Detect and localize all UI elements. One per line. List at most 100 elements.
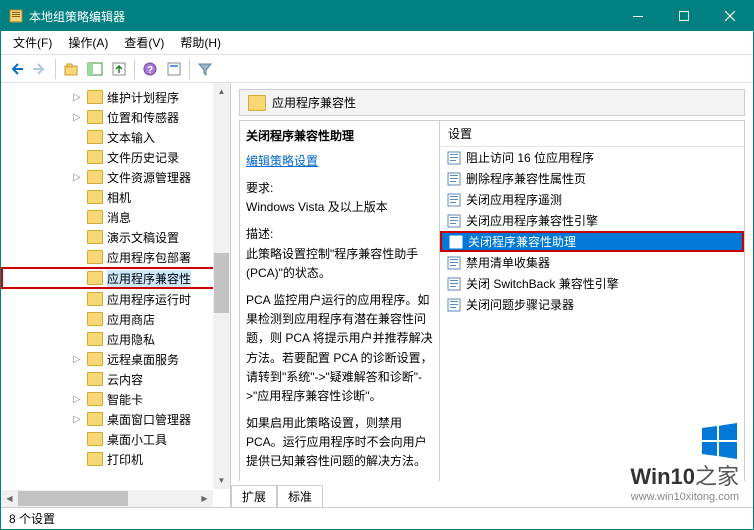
list-item[interactable]: 阻止访问 16 位应用程序 xyxy=(440,147,744,168)
list-item[interactable]: 关闭 SwitchBack 兼容性引擎 xyxy=(440,273,744,294)
tree-item[interactable]: ▷ 位置和传感器 xyxy=(1,107,231,127)
tree-item[interactable]: 应用隐私 xyxy=(1,329,231,349)
tree-item[interactable]: ▷ 远程桌面服务 xyxy=(1,349,231,369)
minimize-button[interactable] xyxy=(615,1,661,31)
settings-list: 阻止访问 16 位应用程序删除程序兼容性属性页关闭应用程序遥测关闭应用程序兼容性… xyxy=(440,147,744,481)
menu-view[interactable]: 查看(V) xyxy=(116,32,172,53)
list-item-label: 阻止访问 16 位应用程序 xyxy=(466,149,594,166)
tree-item[interactable]: 文本输入 xyxy=(1,127,231,147)
scroll-thumb[interactable] xyxy=(214,253,229,313)
expand-icon[interactable]: ▷ xyxy=(73,112,85,123)
requirement-label: 要求: xyxy=(246,181,273,195)
tab-extended[interactable]: 扩展 xyxy=(231,485,277,507)
list-item-label: 关闭问题步骤记录器 xyxy=(466,296,574,313)
tree-item[interactable]: 打印机 xyxy=(1,449,231,469)
folder-icon xyxy=(87,372,103,386)
scroll-up-arrow[interactable]: ▲ xyxy=(213,83,230,100)
tree-item[interactable]: 文件历史记录 xyxy=(1,147,231,167)
tree-item[interactable]: 应用程序运行时 xyxy=(1,289,231,309)
scroll-thumb[interactable] xyxy=(18,491,128,506)
window-buttons xyxy=(615,1,753,31)
tree-item[interactable]: 应用程序兼容性 xyxy=(1,267,231,289)
setting-title: 关闭程序兼容性助理 xyxy=(246,127,433,144)
tree-item[interactable]: 相机 xyxy=(1,187,231,207)
list-item[interactable]: 关闭程序兼容性助理 xyxy=(440,231,744,252)
tree-item-label: 文件资源管理器 xyxy=(107,169,191,186)
tree-scrollbar-horizontal[interactable]: ◀ ▶ xyxy=(1,490,213,507)
show-hide-tree-button[interactable] xyxy=(84,58,106,80)
menu-action[interactable]: 操作(A) xyxy=(60,32,116,53)
expand-icon[interactable]: ▷ xyxy=(73,354,85,365)
help-button[interactable]: ? xyxy=(139,58,161,80)
scroll-down-arrow[interactable]: ▼ xyxy=(213,472,230,489)
folder-icon xyxy=(87,312,103,326)
edit-policy-link[interactable]: 编辑策略设置 xyxy=(246,152,318,169)
expand-icon[interactable]: ▷ xyxy=(73,92,85,103)
expand-icon[interactable]: ▷ xyxy=(73,414,85,425)
tree-item-label: 维护计划程序 xyxy=(107,89,179,106)
close-button[interactable] xyxy=(707,1,753,31)
list-item[interactable]: 关闭应用程序遥测 xyxy=(440,189,744,210)
tree-item[interactable]: 应用程序包部署 xyxy=(1,247,231,267)
tree-item[interactable]: 演示文稿设置 xyxy=(1,227,231,247)
tree-item[interactable]: ▷ 桌面窗口管理器 xyxy=(1,409,231,429)
tree-item[interactable]: ▷ 维护计划程序 xyxy=(1,87,231,107)
tree-item-label: 位置和传感器 xyxy=(107,109,179,126)
folder-icon xyxy=(87,292,103,306)
expand-icon[interactable]: ▷ xyxy=(73,172,85,183)
tree-item-label: 演示文稿设置 xyxy=(107,229,179,246)
maximize-button[interactable] xyxy=(661,1,707,31)
folder-icon xyxy=(87,230,103,244)
folder-icon xyxy=(87,250,103,264)
list-item[interactable]: 删除程序兼容性属性页 xyxy=(440,168,744,189)
folder-icon xyxy=(87,190,103,204)
tree-item-label: 应用程序兼容性 xyxy=(107,270,191,287)
tree-item-label: 桌面小工具 xyxy=(107,431,167,448)
folder-icon xyxy=(87,432,103,446)
tree-item-label: 文本输入 xyxy=(107,129,155,146)
folder-icon xyxy=(87,110,103,124)
list-item-label: 关闭程序兼容性助理 xyxy=(468,233,576,250)
scroll-right-arrow[interactable]: ▶ xyxy=(196,490,213,507)
tree-item[interactable]: ▷ 文件资源管理器 xyxy=(1,167,231,187)
scroll-left-arrow[interactable]: ◀ xyxy=(1,490,18,507)
tree-item[interactable]: ▷ 智能卡 xyxy=(1,389,231,409)
tree-item-label: 应用程序运行时 xyxy=(107,291,191,308)
menu-help[interactable]: 帮助(H) xyxy=(172,32,229,53)
tree-item-label: 远程桌面服务 xyxy=(107,351,179,368)
statusbar: 8 个设置 xyxy=(1,507,753,529)
tree-pane[interactable]: ▷ 维护计划程序 ▷ 位置和传感器文本输入文件历史记录 ▷ 文件资源管理器相机消息演示文稿… xyxy=(1,83,231,507)
up-button[interactable] xyxy=(60,58,82,80)
list-item[interactable]: 禁用清单收集器 xyxy=(440,252,744,273)
status-text: 8 个设置 xyxy=(9,510,55,527)
tree-item[interactable]: 桌面小工具 xyxy=(1,429,231,449)
svg-text:?: ? xyxy=(147,65,153,76)
export-list-button[interactable] xyxy=(108,58,130,80)
tree-item-label: 消息 xyxy=(107,209,131,226)
tree-item-label: 桌面窗口管理器 xyxy=(107,411,191,428)
tree-item[interactable]: 应用商店 xyxy=(1,309,231,329)
tree-item[interactable]: 消息 xyxy=(1,207,231,227)
tab-standard[interactable]: 标准 xyxy=(277,485,323,507)
gpedit-window: 本地组策略编辑器 文件(F) 操作(A) 查看(V) 帮助(H) ? ▷维护计划… xyxy=(0,0,754,530)
folder-icon xyxy=(87,352,103,366)
properties-button[interactable] xyxy=(163,58,185,80)
policy-icon xyxy=(446,171,462,187)
nav-forward-button[interactable] xyxy=(29,58,51,80)
expand-icon[interactable]: ▷ xyxy=(73,394,85,405)
folder-icon xyxy=(87,170,103,184)
policy-icon xyxy=(446,192,462,208)
list-item[interactable]: 关闭问题步骤记录器 xyxy=(440,294,744,315)
settings-list-pane: 设置 阻止访问 16 位应用程序删除程序兼容性属性页关闭应用程序遥测关闭应用程序… xyxy=(439,120,745,481)
tree-item[interactable]: 云内容 xyxy=(1,369,231,389)
description-p3: 如果启用此策略设置，则禁用 PCA。运行应用程序时不会向用户提供已知兼容性问题的… xyxy=(246,414,433,472)
settings-column-header[interactable]: 设置 xyxy=(440,121,744,147)
menu-file[interactable]: 文件(F) xyxy=(5,32,60,53)
requirement-text: Windows Vista 及以上版本 xyxy=(246,200,388,214)
policy-icon xyxy=(446,297,462,313)
list-item[interactable]: 关闭应用程序兼容性引擎 xyxy=(440,210,744,231)
tree-item-label: 智能卡 xyxy=(107,391,143,408)
tree-scrollbar-vertical[interactable]: ▲ ▼ xyxy=(213,83,230,489)
nav-back-button[interactable] xyxy=(5,58,27,80)
filter-button[interactable] xyxy=(194,58,216,80)
